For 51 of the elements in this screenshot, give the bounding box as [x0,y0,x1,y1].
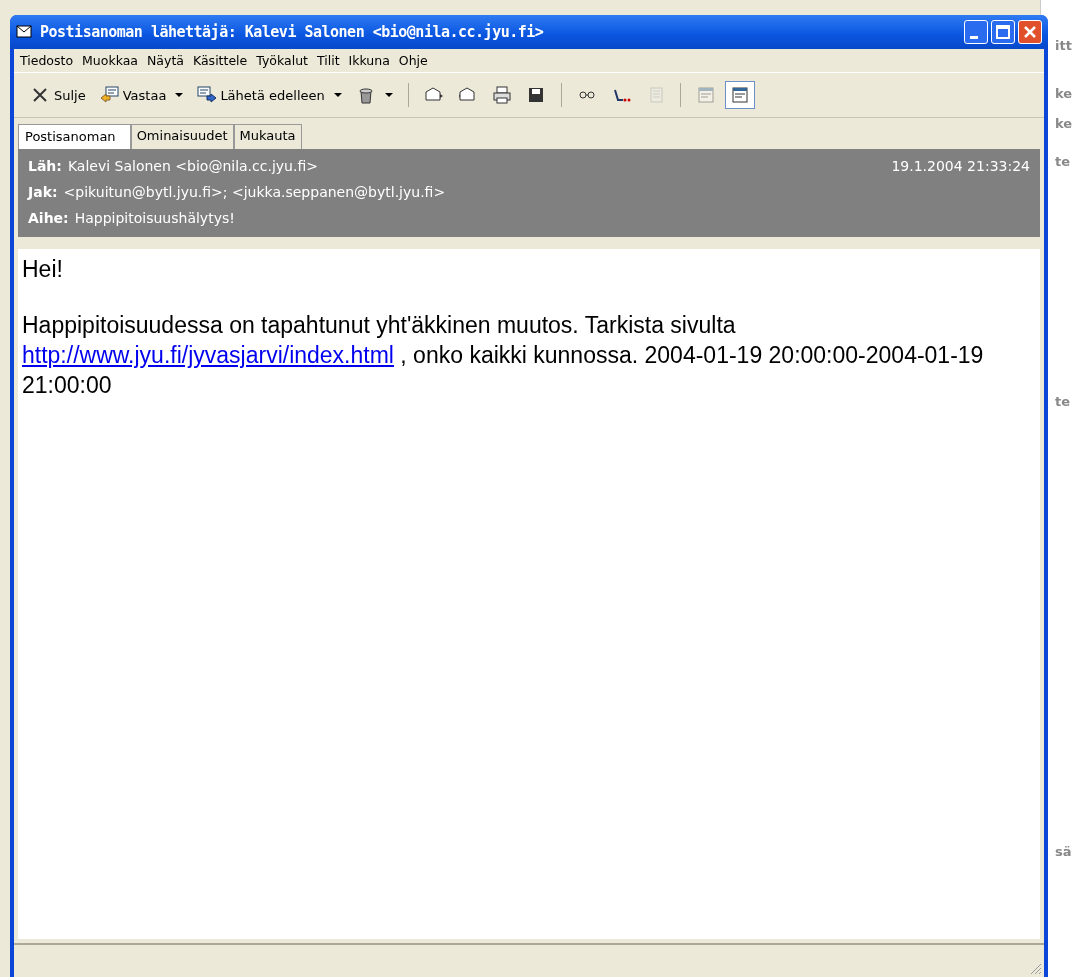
toolbar-button[interactable]: Vastaa [94,81,189,109]
menu-item[interactable]: Muokkaa [82,53,138,68]
background-text: ke [1055,116,1073,131]
reply-icon [99,86,120,104]
menu-item[interactable]: Näytä [147,53,184,68]
glasses-icon [576,91,597,99]
menu-item[interactable]: Tilit [317,53,340,68]
minimize-icon [970,35,978,39]
maximize-button[interactable] [991,20,1015,44]
maximize-icon [996,25,1010,39]
panel-icon [695,86,716,104]
tab[interactable]: Mukauta [233,124,302,149]
close-button[interactable] [1018,20,1042,44]
printer-icon [491,86,512,104]
envelope-icon [16,24,34,40]
toolbar-button[interactable] [724,81,755,109]
field-label: Jak: [28,184,58,200]
menu-item[interactable]: Ohje [398,53,428,68]
background-text: ke [1055,86,1073,101]
toolbar-button[interactable]: Lähetä edelleen [192,81,347,109]
forward-icon [197,86,218,104]
envelope-icon [457,86,478,104]
caret-icon [333,92,342,98]
minimize-button[interactable] [964,20,988,44]
window-title: Postisanoman lähettäjä: Kalevi Salonen <bio@nila.cc.jyu.fi> [40,23,545,41]
field-value: Kalevi Salonen <bio@nila.cc.jyu.fi> [67,158,318,174]
greeting-text: Hei! [22,255,64,284]
tab[interactable]: Ominaisuudet [130,124,234,149]
web-link[interactable]: http://www.jyu.fi/jyvasjarvi/index.html [22,341,394,368]
field-label: Läh: [28,158,62,174]
resize-grip-icon [1028,961,1042,975]
background-text: te [1055,394,1071,409]
field-value: Happipitoisuushälytys! [74,210,235,226]
menu-item[interactable]: Käsittele [193,53,248,68]
panel-icon [729,86,750,104]
close-icon [1023,25,1037,39]
menu-item[interactable]: Työkalut [256,53,308,68]
background-text: itt [1055,38,1072,53]
menu-item[interactable]: Tiedosto [20,53,74,68]
toolbar-button[interactable]: Sulje [26,81,91,109]
message-date: 19.1.2004 21:33:24 [891,158,1030,174]
background-text: sä [1055,844,1072,859]
caret-icon [384,92,393,98]
tab[interactable]: Postisanoman [18,124,131,149]
envelope-icon [423,86,444,104]
field-label: Aihe: [28,210,69,226]
background-text: te [1055,154,1071,169]
caret-icon [175,92,184,98]
menu-item[interactable]: Ikkuna [348,53,390,68]
field-value: <pikuitun@bytl.jyu.fi>; <jukka.seppanen@bytl.jyu.fi> [63,184,446,200]
message-paragraph: Happipitoisuudessa on tapahtunut yht'äkkinen muutos. Tarkista sivulta http://www.jyu.fi/jyvasjarvi/index.html , onko kaikki kunnossa. 2004-01-19 20:00:00-2004-01-19 21:00:00 [22,310,985,400]
